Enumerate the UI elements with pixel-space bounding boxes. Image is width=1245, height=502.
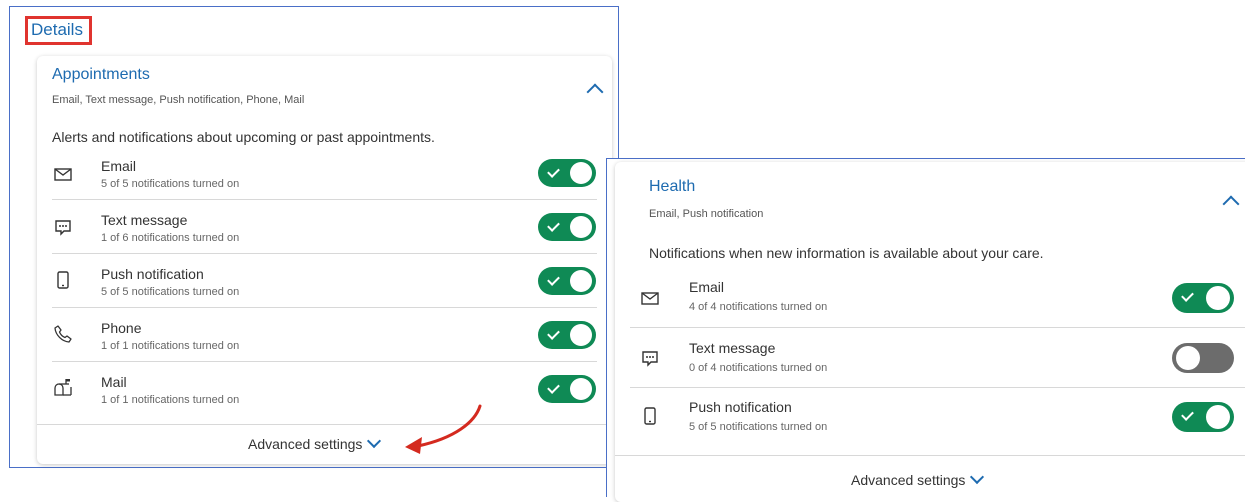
details-heading: Details bbox=[25, 16, 92, 45]
advanced-settings-label: Advanced settings bbox=[248, 436, 363, 452]
text-message-toggle[interactable] bbox=[1172, 343, 1234, 373]
mailbox-icon bbox=[53, 378, 73, 398]
mobile-phone-icon bbox=[640, 406, 660, 426]
appointments-title: Appointments bbox=[52, 66, 150, 83]
red-annotation-arrow bbox=[405, 404, 482, 454]
row-label: Text message bbox=[101, 212, 188, 228]
row-label: Push notification bbox=[101, 266, 204, 282]
row-count: 1 of 1 notifications turned on bbox=[101, 340, 240, 352]
appointments-description: Alerts and notifications about upcoming … bbox=[52, 129, 435, 145]
row-label: Email bbox=[689, 279, 725, 295]
appointments-row-phone: Phone 1 of 1 notifications turned on bbox=[37, 308, 612, 362]
push-notification-toggle[interactable] bbox=[538, 267, 596, 295]
row-count: 5 of 5 notifications turned on bbox=[101, 286, 240, 298]
row-count: 5 of 5 notifications turned on bbox=[689, 421, 828, 433]
appointments-row-push-notification: Push notification 5 of 5 notifications t… bbox=[37, 254, 612, 308]
appointments-row-email: Email 5 of 5 notifications turned on bbox=[37, 146, 612, 200]
push-notification-toggle[interactable] bbox=[1172, 402, 1234, 432]
row-label: Mail bbox=[101, 374, 127, 390]
appointments-row-text-message: Text message 1 of 6 notifications turned… bbox=[37, 200, 612, 254]
mail-toggle[interactable] bbox=[538, 375, 596, 403]
mobile-phone-icon bbox=[53, 270, 73, 290]
row-count: 1 of 6 notifications turned on bbox=[101, 232, 240, 244]
phone-handset-icon bbox=[53, 324, 73, 344]
chevron-down-icon bbox=[970, 469, 985, 485]
advanced-settings-button[interactable]: Advanced settings bbox=[248, 433, 382, 452]
row-count: 1 of 1 notifications turned on bbox=[101, 394, 240, 406]
row-label: Push notification bbox=[689, 399, 792, 415]
appointments-subtitle: Email, Text message, Push notification, … bbox=[52, 94, 305, 106]
health-row-push-notification: Push notification 5 of 5 notifications t… bbox=[615, 388, 1245, 454]
email-toggle[interactable] bbox=[538, 159, 596, 187]
advanced-settings-label: Advanced settings bbox=[851, 472, 966, 488]
collapse-chevron-up-icon[interactable] bbox=[586, 83, 604, 101]
email-toggle[interactable] bbox=[1172, 283, 1234, 313]
advanced-settings-button[interactable]: Advanced settings bbox=[851, 469, 985, 488]
chevron-down-icon bbox=[367, 433, 382, 449]
envelope-icon bbox=[53, 164, 73, 184]
row-label: Text message bbox=[689, 340, 776, 356]
row-count: 0 of 4 notifications turned on bbox=[689, 362, 828, 374]
collapse-chevron-up-icon[interactable] bbox=[1222, 195, 1240, 213]
phone-toggle[interactable] bbox=[538, 321, 596, 349]
row-label: Phone bbox=[101, 320, 142, 336]
appointments-row-mail: Mail 1 of 1 notifications turned on bbox=[37, 362, 612, 416]
health-row-email: Email 4 of 4 notifications turned on bbox=[615, 268, 1245, 328]
health-subtitle: Email, Push notification bbox=[649, 208, 764, 220]
health-row-text-message: Text message 0 of 4 notifications turned… bbox=[615, 328, 1245, 388]
envelope-icon bbox=[640, 288, 660, 308]
row-label: Email bbox=[101, 158, 137, 174]
health-description: Notifications when new information is av… bbox=[649, 245, 1044, 261]
chat-bubble-icon bbox=[53, 217, 73, 237]
health-card: Health Email, Push notification Notifica… bbox=[615, 162, 1245, 502]
chat-bubble-icon bbox=[640, 348, 660, 368]
health-title: Health bbox=[649, 178, 696, 195]
text-message-toggle[interactable] bbox=[538, 213, 596, 241]
row-count: 4 of 4 notifications turned on bbox=[689, 301, 828, 313]
appointments-card: Appointments Email, Text message, Push n… bbox=[37, 56, 612, 464]
row-count: 5 of 5 notifications turned on bbox=[101, 178, 240, 190]
